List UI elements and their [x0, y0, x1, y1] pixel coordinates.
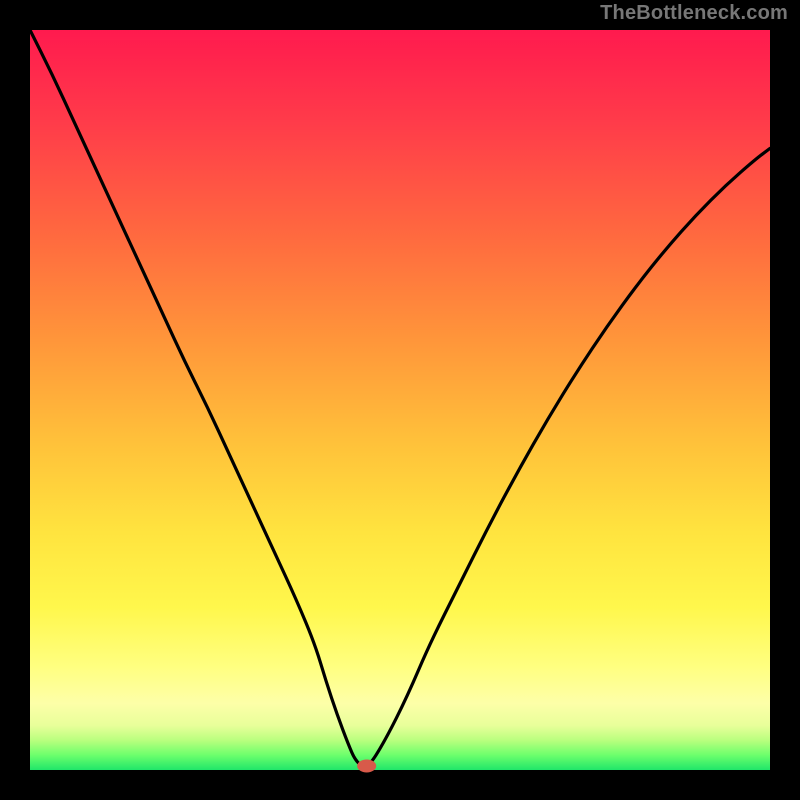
bottleneck-marker — [358, 760, 376, 772]
chart-svg — [30, 30, 770, 770]
watermark-text: TheBottleneck.com — [600, 2, 788, 25]
plot-area — [30, 30, 770, 770]
bottleneck-curve — [30, 30, 770, 767]
chart-frame: TheBottleneck.com — [0, 0, 800, 800]
